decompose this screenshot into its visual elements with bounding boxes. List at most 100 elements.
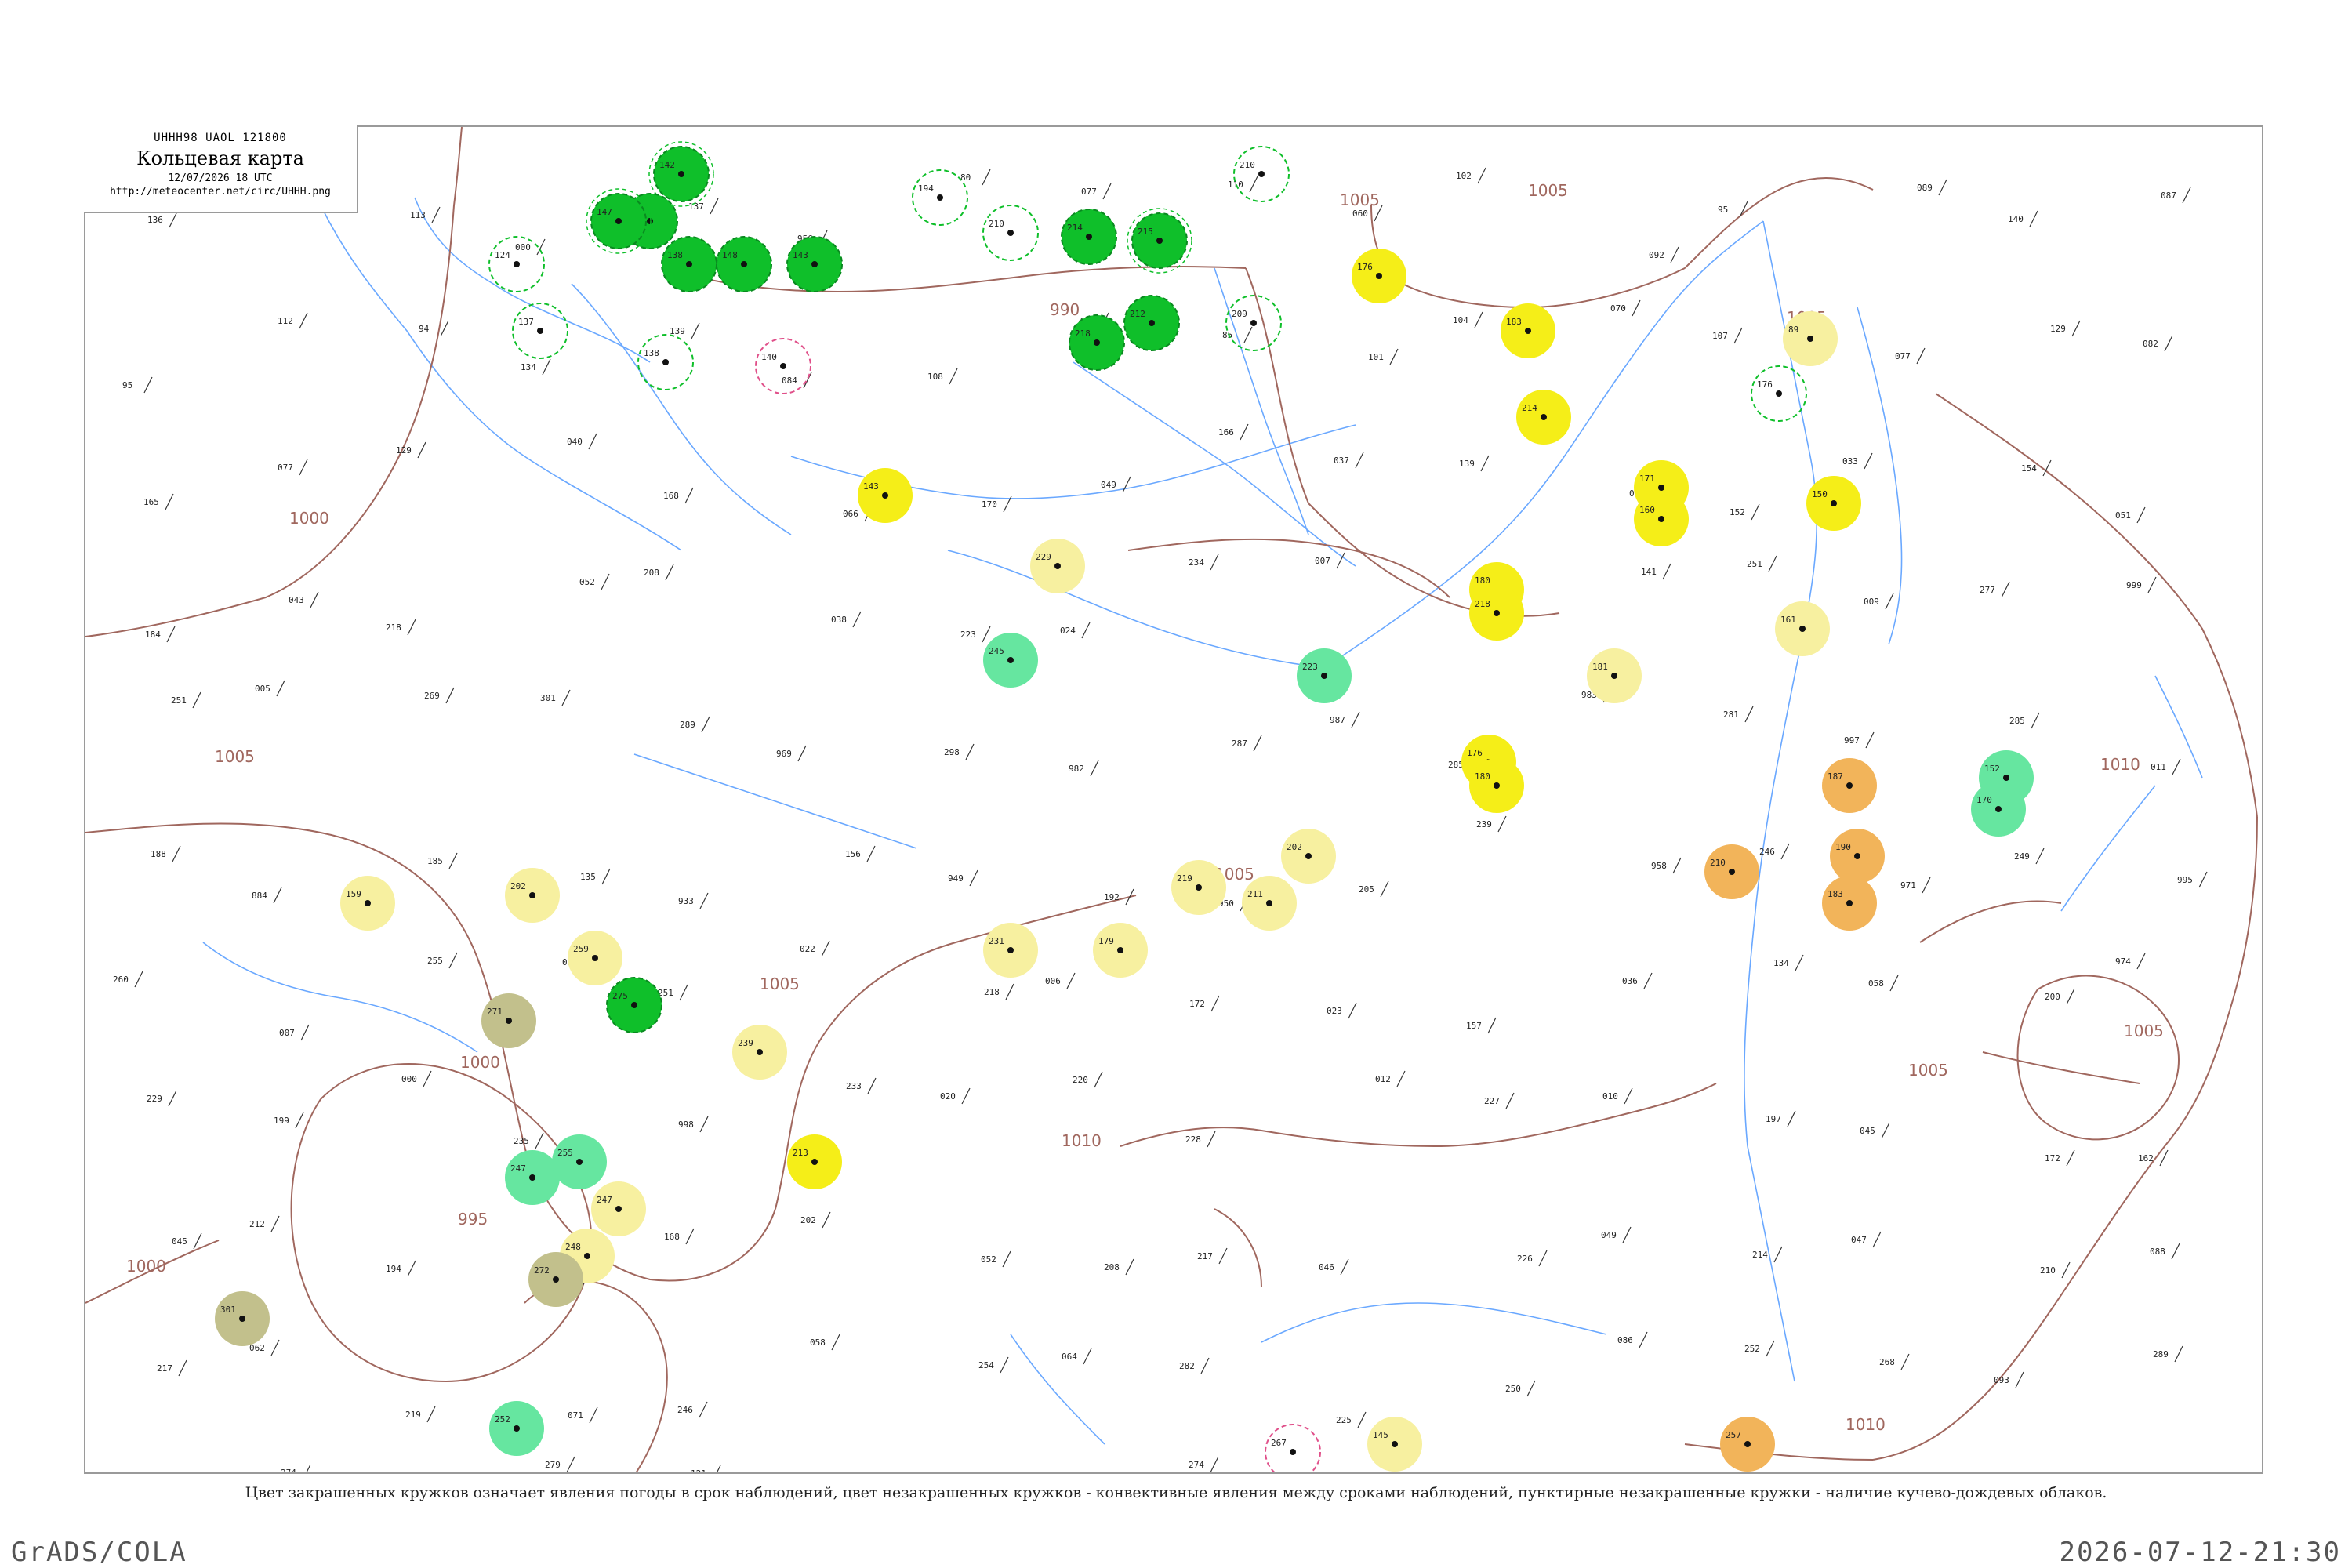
wind-barb: [1380, 880, 1389, 898]
wind-barb: [1474, 311, 1483, 328]
wind-barb: [2164, 335, 2173, 352]
station-value: 272: [534, 1265, 550, 1276]
station-value: 150: [1812, 489, 1828, 499]
wind-barb: [1249, 176, 1258, 193]
station-marker: 143: [858, 468, 913, 523]
station-marker: 255: [552, 1134, 607, 1189]
station-reading: 289: [680, 720, 695, 730]
station-dot: [1744, 1441, 1751, 1447]
wind-barb: [1795, 954, 1804, 971]
wind-barb: [2198, 871, 2208, 888]
wind-barb: [1210, 554, 1219, 571]
wind-barb: [1787, 1110, 1796, 1127]
station-marker: 218: [1069, 314, 1125, 371]
station-reading: 999: [2126, 580, 2142, 590]
station-reading: 185: [427, 856, 443, 866]
wind-barb: [300, 1024, 310, 1041]
station-value: 252: [495, 1414, 510, 1425]
wind-barb: [1900, 1353, 1910, 1370]
station-reading: 154: [2021, 463, 2037, 474]
station-reading: 249: [2014, 851, 2030, 862]
station-reading: 134: [521, 362, 536, 372]
station-marker: 145: [1367, 1417, 1422, 1472]
station-value: 176: [1357, 262, 1373, 272]
station-reading: 274: [1189, 1460, 1204, 1470]
station-reading: 134: [1773, 958, 1789, 968]
wind-barb: [1002, 1250, 1011, 1268]
station-dot: [553, 1276, 559, 1283]
station-reading: 045: [172, 1236, 187, 1247]
station-reading: 987: [1330, 715, 1345, 725]
station-reading: 033: [1842, 456, 1858, 466]
station-value: 138: [644, 348, 659, 358]
wind-barb: [1348, 1002, 1357, 1019]
station-value: 275: [612, 991, 628, 1001]
station-value: 210: [989, 219, 1004, 229]
station-marker: 214: [1061, 209, 1117, 265]
wind-barb: [867, 1077, 877, 1094]
station-marker: 247: [505, 1150, 560, 1205]
station-value: 202: [1287, 842, 1302, 852]
wind-barb: [982, 626, 991, 643]
wind-barb: [566, 1456, 575, 1472]
station-value: 140: [761, 352, 777, 362]
wind-barb: [1396, 1070, 1406, 1087]
station-reading: 239: [1476, 819, 1492, 829]
station-reading: 049: [1101, 480, 1116, 490]
station-reading: 279: [545, 1460, 561, 1470]
station-value: 267: [1271, 1438, 1287, 1448]
station-reading: 156: [845, 849, 861, 859]
wind-barb: [1672, 857, 1682, 874]
station-marker: 209: [1225, 295, 1282, 351]
station-reading: 040: [567, 437, 583, 447]
station-reading: 082: [2143, 339, 2158, 349]
station-dot: [2003, 775, 2009, 781]
station-marker: 223: [1297, 648, 1352, 703]
station-reading: 269: [424, 691, 440, 701]
station-dot: [529, 892, 535, 898]
station-marker: 257: [1720, 1417, 1775, 1472]
wind-barb: [561, 689, 571, 706]
wind-barb: [2066, 1149, 2075, 1167]
station-dot: [647, 218, 653, 224]
station-dot: [678, 171, 684, 177]
map-url[interactable]: http://meteocenter.net/circ/UHHH.png: [84, 186, 357, 198]
wind-barb: [299, 312, 308, 329]
wind-barb: [1922, 877, 1931, 894]
station-value: 180: [1475, 575, 1490, 586]
station-reading: 088: [2150, 1247, 2165, 1257]
wind-barb: [949, 368, 958, 385]
station-value: 143: [793, 250, 808, 260]
station-value: 219: [1177, 873, 1192, 884]
station-marker: 194: [912, 169, 968, 226]
station-reading: 971: [1900, 880, 1916, 891]
station-reading: 172: [2045, 1153, 2060, 1163]
station-marker: 210: [1704, 844, 1759, 899]
station-dot: [1007, 657, 1014, 663]
station-marker: 229: [1030, 539, 1085, 593]
station-dot: [514, 261, 520, 267]
station-marker: 211: [1242, 876, 1297, 931]
wind-barb: [821, 940, 830, 957]
station-reading: 969: [776, 749, 792, 759]
station-reading: 007: [1315, 556, 1330, 566]
station-value: 301: [220, 1305, 236, 1315]
station-reading: 884: [252, 891, 267, 901]
station-dot: [1611, 673, 1617, 679]
station-dot: [631, 1002, 637, 1008]
station-value: 138: [667, 250, 683, 260]
station-marker: 239: [732, 1025, 787, 1080]
station-reading: 157: [1466, 1021, 1482, 1031]
isobar-label: 1000: [460, 1053, 500, 1072]
station-reading: 85: [1222, 330, 1232, 340]
wind-barb: [1538, 1250, 1548, 1267]
station-reading: 064: [1062, 1352, 1077, 1362]
station-value: 214: [1067, 223, 1083, 233]
wind-barb: [1885, 593, 1894, 610]
wind-barb: [1938, 179, 1947, 196]
station-value: 257: [1726, 1430, 1741, 1440]
station-value: 124: [495, 250, 510, 260]
wind-barb: [407, 1260, 416, 1277]
wind-barb: [803, 372, 812, 389]
station-dot: [1258, 171, 1265, 177]
